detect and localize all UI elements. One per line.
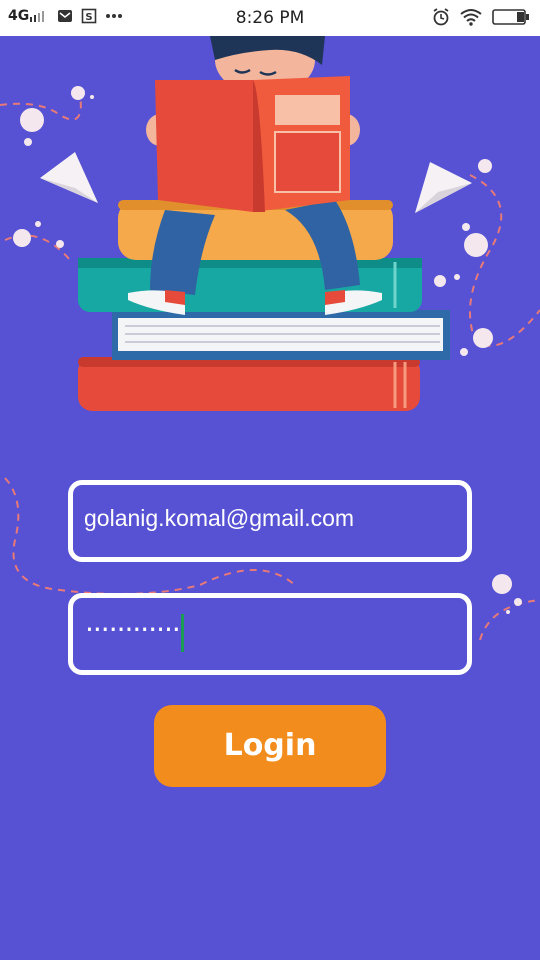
wifi-icon: [460, 9, 482, 26]
child-reading-illustration: [40, 36, 472, 411]
status-right: [432, 8, 530, 26]
paper-plane-right-icon: [415, 162, 472, 213]
text-cursor: [181, 614, 184, 652]
password-value: ············: [85, 613, 181, 646]
alarm-icon: [433, 8, 449, 26]
login-button[interactable]: Login: [154, 705, 386, 787]
password-field[interactable]: ············: [68, 593, 472, 675]
paper-plane-left-icon: [40, 152, 98, 203]
email-value: golanig.komal@gmail.com: [84, 505, 355, 531]
email-field[interactable]: golanig.komal@gmail.com: [68, 480, 472, 562]
battery-icon: [492, 9, 529, 25]
status-bar: 4G S 8:26 PM: [0, 0, 540, 36]
